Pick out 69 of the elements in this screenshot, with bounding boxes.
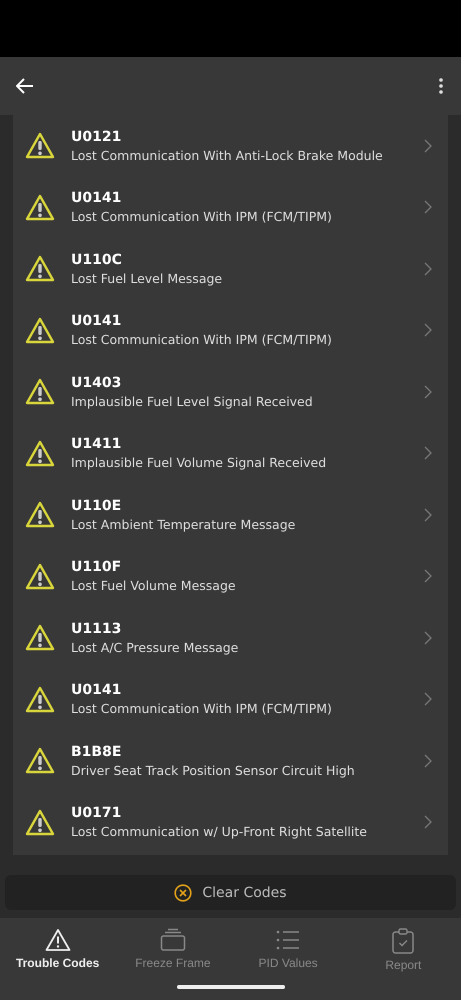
chevron-icon (424, 138, 432, 153)
warning-icon (44, 928, 71, 952)
code-label: U0141 (71, 313, 122, 330)
code-label: U110E (71, 498, 122, 514)
warning-icon (25, 624, 55, 652)
trouble-code-row[interactable]: U0141 Lost Communication With IPM (FCM/TIPM) (13, 176, 448, 238)
code-description: Implausible Fuel Volume Signal Received (71, 455, 328, 470)
cancel-icon (174, 884, 192, 902)
clear-codes-button[interactable]: Clear Codes (5, 875, 456, 910)
chevron-icon (424, 262, 432, 276)
warning-icon (25, 808, 55, 836)
warning-icon (25, 686, 55, 713)
code-label: U0141 (71, 682, 122, 698)
code-description: Lost Communication With IPM (FCM/TIPM) (71, 209, 333, 224)
code-label: U0121 (71, 128, 122, 145)
more-icon (439, 78, 443, 94)
code-description: Lost Fuel Level Message (71, 270, 224, 286)
trouble-code-row[interactable]: U1113 Lost A/C Pressure Message (13, 607, 448, 668)
chevron-icon (424, 692, 432, 706)
code-label: U1113 (71, 620, 122, 637)
chevron-icon (424, 508, 432, 522)
warning-icon (25, 194, 55, 221)
chevron-icon (424, 815, 432, 830)
trouble-code-row[interactable]: U110E Lost Ambient Temperature Message (13, 484, 448, 546)
trouble-code-row[interactable]: B1B8E Driver Seat Track Position Sensor Circuit High (13, 730, 448, 792)
trouble-code-row[interactable]: U0121 Lost Communication With Anti-Lock Brake Module (13, 115, 448, 176)
warning-icon (25, 440, 55, 467)
trouble-code-row[interactable]: U0141 Lost Communication With IPM (FCM/TIPM) (13, 300, 448, 361)
warning-icon (25, 255, 55, 282)
list-icon (275, 928, 302, 952)
code-label: U0171 (71, 805, 122, 822)
code-description: Lost Communication With IPM (FCM/TIPM) (71, 701, 333, 716)
code-label: U0141 (71, 190, 122, 206)
chevron-icon (424, 384, 432, 399)
trouble-code-row[interactable]: U0141 Lost Communication With IPM (FCM/TIPM) (13, 668, 448, 730)
chevron-icon (424, 323, 432, 338)
chevron-icon (424, 630, 432, 645)
code-description: Lost Fuel Volume Message (71, 578, 237, 594)
back-arrow-icon (16, 78, 34, 94)
code-description: Lost Communication With IPM (FCM/TIPM) (71, 332, 333, 348)
trouble-code-row[interactable]: U0171 Lost Communication w/ Up-Front Right Satellite (13, 792, 448, 853)
tab[interactable]: Trouble Codes (0, 928, 116, 980)
warning-icon (25, 316, 55, 344)
chevron-icon (424, 446, 432, 460)
code-label: U1411 (71, 436, 122, 452)
code-label: U110F (71, 559, 122, 576)
code-description: Lost A/C Pressure Message (71, 640, 240, 655)
trouble-code-row[interactable]: U110F Lost Fuel Volume Message (13, 546, 448, 607)
warning-icon (25, 132, 55, 160)
trouble-code-row[interactable]: U110C Lost Fuel Level Message (13, 238, 448, 300)
clipboard-icon (390, 928, 416, 954)
chevron-icon (424, 754, 432, 768)
code-description: Lost Communication w/ Up-Front Right Satellite (71, 824, 368, 840)
trouble-code-row[interactable]: U1403 Implausible Fuel Level Signal Received (13, 361, 448, 422)
warning-icon (25, 562, 55, 590)
code-label: U1403 (71, 374, 122, 391)
code-description: Implausible Fuel Level Signal Received (71, 394, 314, 409)
frame-stack-icon (160, 928, 186, 952)
warning-icon (25, 747, 55, 774)
code-description: Lost Communication With Anti-Lock Brake Module (71, 148, 384, 163)
code-description: Driver Seat Track Position Sensor Circuit High (71, 762, 356, 778)
code-label: B1B8E (71, 744, 122, 760)
chevron-icon (424, 200, 432, 214)
code-label: U110C (71, 252, 123, 268)
code-description: Lost Ambient Temperature Message (71, 516, 296, 532)
chevron-icon (424, 569, 432, 584)
trouble-code-row[interactable]: U1411 Implausible Fuel Volume Signal Received (13, 422, 448, 484)
warning-icon (25, 378, 55, 406)
warning-icon (25, 501, 55, 528)
